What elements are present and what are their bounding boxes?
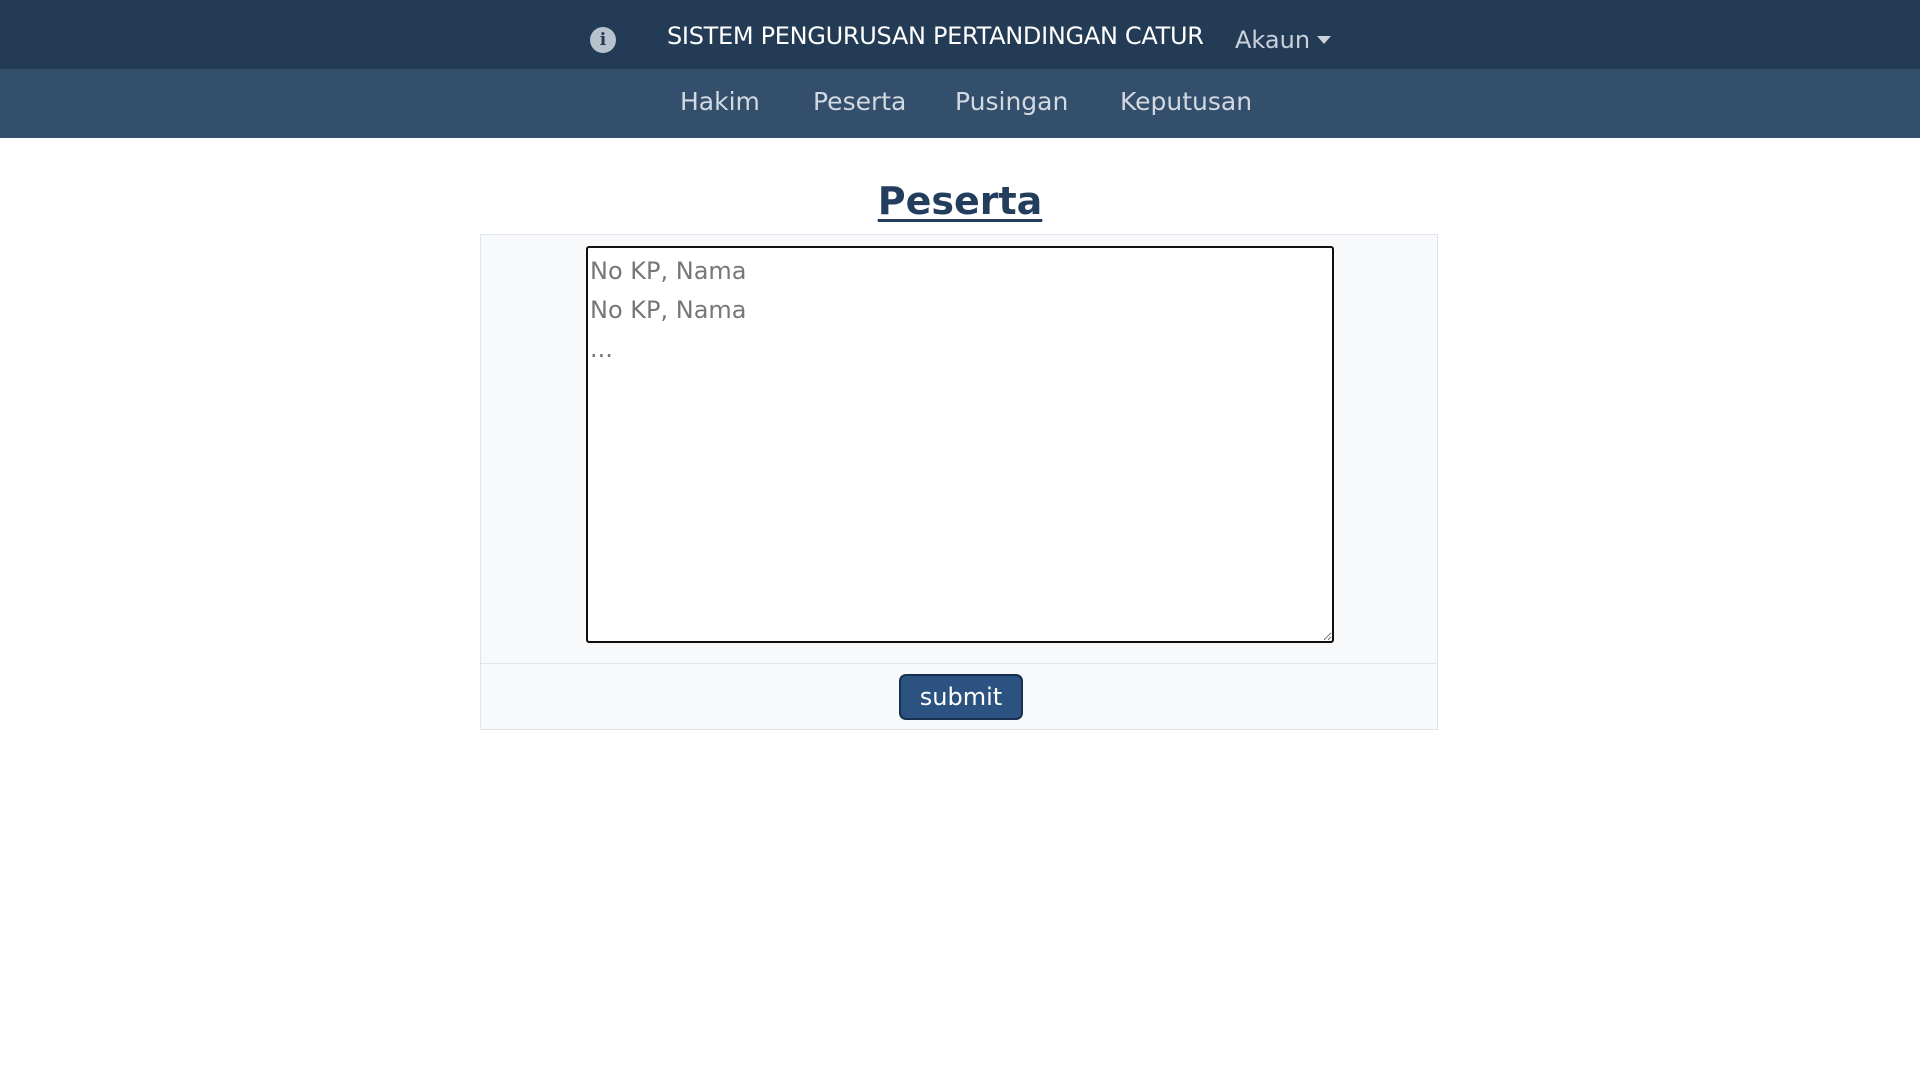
page-title: Peserta — [877, 179, 1043, 223]
submit-button[interactable]: submit — [899, 674, 1023, 720]
nav-item-pusingan[interactable]: Pusingan — [955, 84, 1068, 120]
nav-item-hakim[interactable]: Hakim — [680, 84, 760, 120]
participant-form-card: submit — [480, 234, 1438, 730]
card-footer-divider — [481, 663, 1437, 664]
account-dropdown[interactable]: Akaun — [1235, 24, 1332, 56]
caret-down-icon — [1317, 36, 1332, 44]
nav-item-keputusan[interactable]: Keputusan — [1120, 84, 1252, 120]
top-header: i SISTEM PENGURUSAN PERTANDINGAN CATUR A… — [0, 0, 1920, 69]
participant-list-textarea[interactable] — [586, 246, 1334, 643]
app-title: SISTEM PENGURUSAN PERTANDINGAN CATUR — [667, 22, 1204, 50]
nav-item-peserta[interactable]: Peserta — [813, 84, 906, 120]
main-nav: Hakim Peserta Pusingan Keputusan — [0, 69, 1920, 138]
account-label: Akaun — [1235, 26, 1311, 54]
info-icon[interactable]: i — [590, 27, 616, 53]
